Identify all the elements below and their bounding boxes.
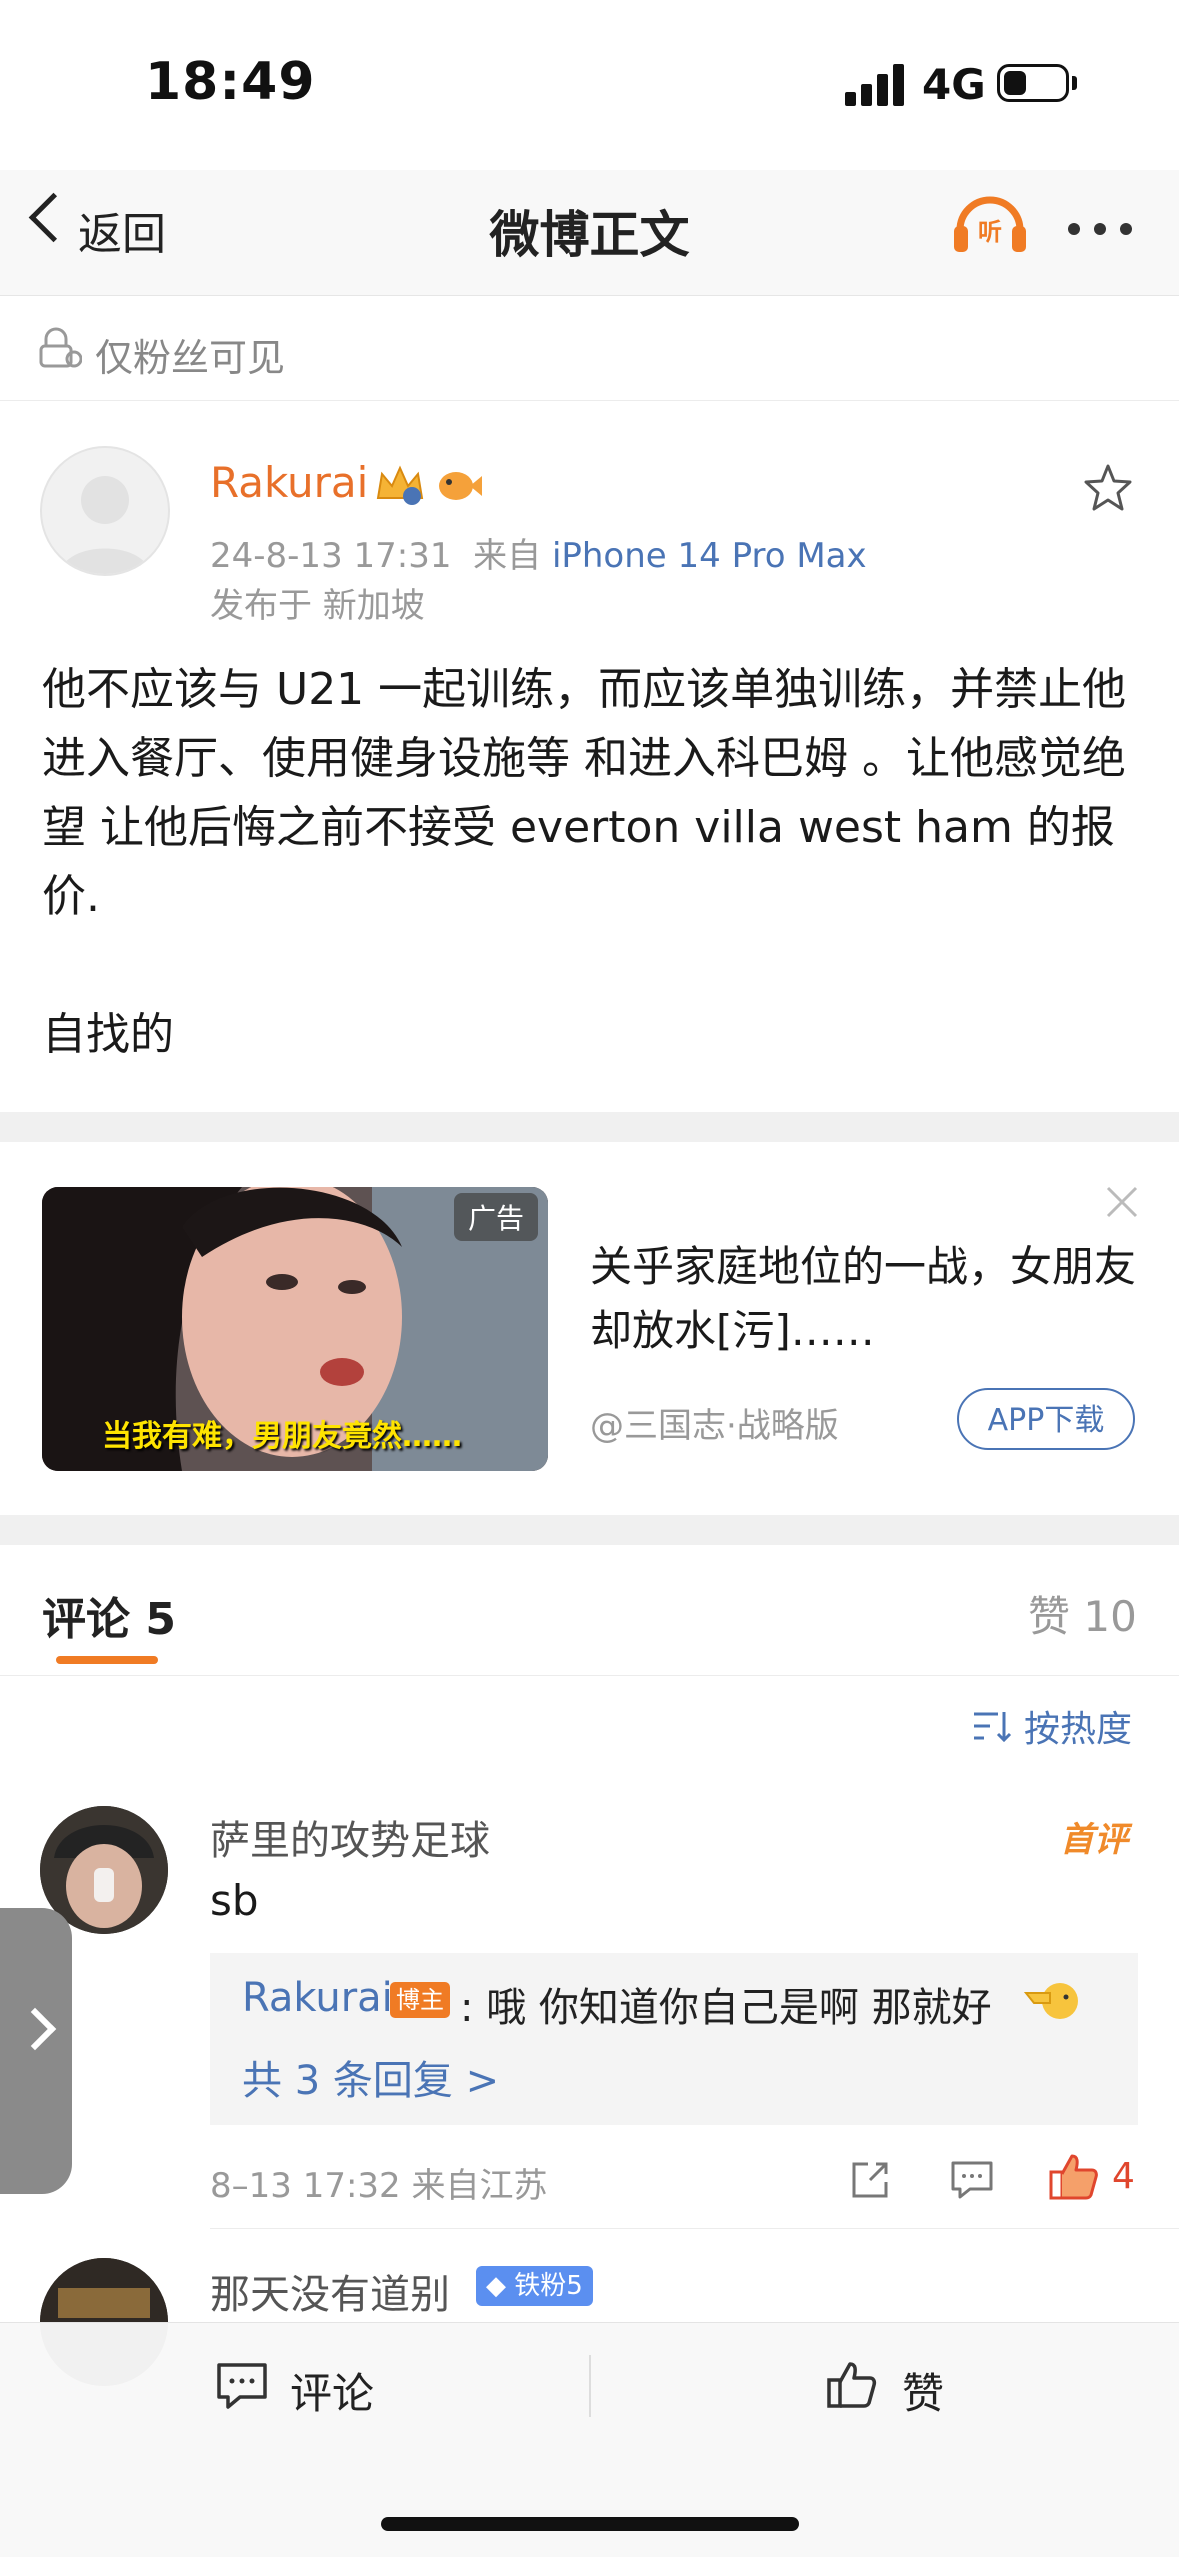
svg-text:听: 听 xyxy=(978,218,1002,246)
author-name[interactable]: Rakurai xyxy=(210,458,368,507)
fish-badge-icon xyxy=(439,472,482,500)
divider xyxy=(210,2228,1179,2229)
more-options-icon[interactable] xyxy=(1068,220,1146,239)
ad-source: @三国志·战略版 xyxy=(590,1406,839,1446)
comment-meta: 8–13 17:32 来自江苏 xyxy=(210,2166,548,2206)
ad-image-caption: 当我有难，男朋友竟然…… xyxy=(102,1419,462,1454)
share-icon[interactable] xyxy=(848,2158,892,2202)
post-location: 发布于 新加坡 xyxy=(210,586,425,626)
like-count: 4 xyxy=(1112,2156,1135,2197)
reply-author[interactable]: Rakurai xyxy=(242,1975,393,2021)
pointing-hand-emoji-icon xyxy=(1024,1983,1078,2019)
app-download-button[interactable]: APP下载 xyxy=(957,1388,1135,1450)
side-drawer-handle[interactable] xyxy=(0,1908,72,2194)
commenter-name[interactable]: 那天没有道别 xyxy=(210,2262,450,2320)
active-tab-indicator xyxy=(56,1656,158,1664)
commenter-name[interactable]: 萨里的攻势足球 xyxy=(210,1808,490,1866)
post-body-text: 他不应该与 U21 一起训练，而应该单独训练，并禁止他进入餐厅、使用健身设施等 … xyxy=(42,664,1127,1060)
comment-text: sb xyxy=(210,1876,259,1925)
cellular-signal-icon xyxy=(845,62,907,106)
host-badge: 博主 xyxy=(390,1982,450,2018)
post-device-link[interactable]: iPhone 14 Pro Max xyxy=(552,536,867,576)
fan-badge-label: 铁粉5 xyxy=(514,2271,583,2301)
iron-fan-badge: ◆ 铁粉5 xyxy=(476,2266,593,2306)
battery-icon xyxy=(997,64,1069,102)
comment-button[interactable]: 评论 xyxy=(290,2360,374,2421)
post-timestamp: 24-8-13 17:31 xyxy=(210,536,452,576)
divider xyxy=(0,1675,1179,1676)
comment-icon[interactable] xyxy=(950,2160,994,2200)
crown-badge-icon xyxy=(376,465,424,505)
author-avatar[interactable] xyxy=(40,446,170,576)
home-indicator[interactable] xyxy=(381,2517,799,2531)
section-gap xyxy=(0,1515,1179,1545)
tab-likes[interactable]: 赞 10 xyxy=(1028,1583,1137,1644)
default-avatar-icon xyxy=(60,476,150,574)
status-time: 18:49 xyxy=(145,52,316,112)
first-comment-badge: 首评 xyxy=(1060,1820,1128,1860)
ad-image[interactable]: 广告 当我有难，男朋友竟然…… xyxy=(42,1187,548,1471)
close-icon[interactable] xyxy=(1105,1185,1139,1219)
tab-comments[interactable]: 评论 5 xyxy=(42,1583,176,1647)
comment-icon[interactable] xyxy=(216,2362,268,2410)
divider xyxy=(589,2355,591,2417)
thumbs-up-icon[interactable] xyxy=(1048,2150,1100,2202)
section-gap xyxy=(0,1112,1179,1142)
source-prefix: 来自 xyxy=(473,536,542,576)
battery-cap xyxy=(1072,76,1077,90)
reply-text: : 哦 你知道你自己是啊 那就好 xyxy=(460,1985,992,2031)
visibility-label: 仅粉丝可见 xyxy=(95,336,286,380)
network-type: 4G xyxy=(922,60,986,109)
sort-icon[interactable] xyxy=(972,1708,1012,1744)
post-meta: 24-8-13 17:31 来自 iPhone 14 Pro Max xyxy=(210,528,867,577)
ad-tag: 广告 xyxy=(453,1193,538,1241)
sort-by-hot-button[interactable]: 按热度 xyxy=(1024,1700,1132,1752)
view-replies-link[interactable]: 共 3 条回复 > xyxy=(242,2048,499,2106)
thumbs-up-icon[interactable] xyxy=(826,2358,878,2410)
fans-only-lock-icon xyxy=(39,327,82,368)
favorite-star-icon[interactable] xyxy=(1080,460,1136,516)
like-button[interactable]: 赞 xyxy=(902,2360,944,2421)
headphones-listen-icon[interactable]: 听 xyxy=(950,190,1030,256)
ad-title[interactable]: 关乎家庭地位的一战，女朋友却放水[污]…… xyxy=(590,1235,1150,1363)
